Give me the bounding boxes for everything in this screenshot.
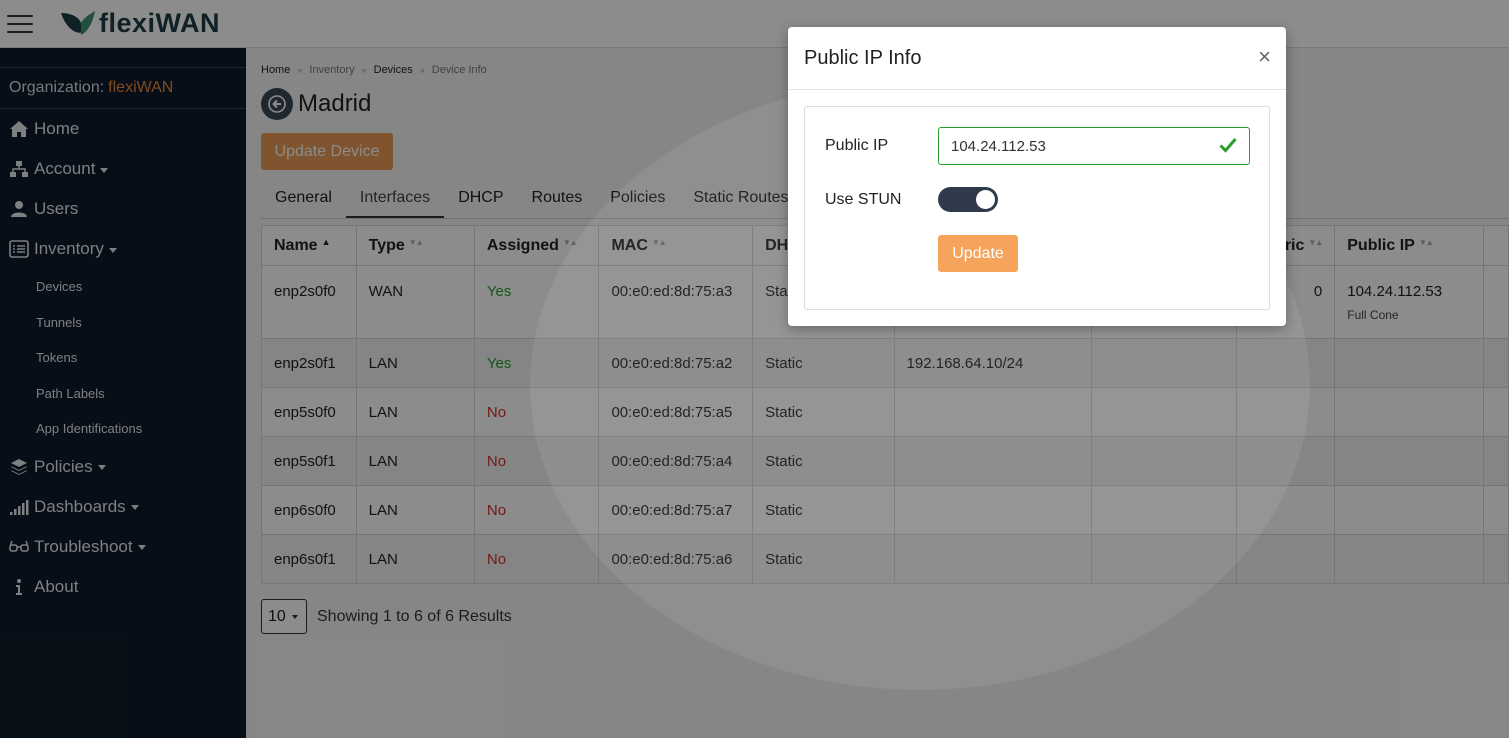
modal-body: Public IP Use STUN Update <box>804 106 1270 310</box>
close-icon[interactable]: × <box>1258 45 1271 69</box>
use-stun-toggle[interactable] <box>938 187 998 212</box>
check-icon <box>1219 138 1237 153</box>
modal-title: Public IP Info <box>804 46 922 69</box>
public-ip-input[interactable] <box>938 127 1250 165</box>
toggle-knob <box>976 190 995 209</box>
public-ip-label: Public IP <box>825 137 889 154</box>
modal-header: Public IP Info <box>788 27 1286 90</box>
update-button[interactable]: Update <box>938 235 1018 272</box>
public-ip-modal: Public IP Info × Public IP Use STUN Upda… <box>788 27 1286 326</box>
use-stun-label: Use STUN <box>825 191 902 208</box>
